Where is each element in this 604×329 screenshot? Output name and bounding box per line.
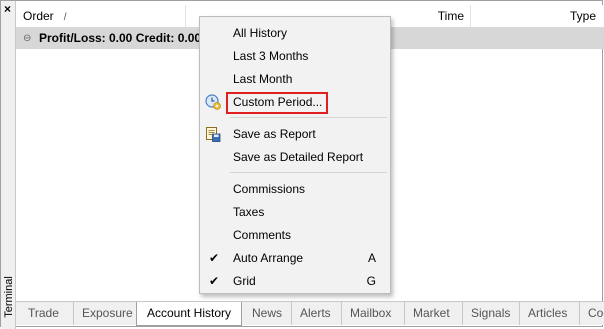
- tab-label: News: [252, 306, 283, 320]
- menu-item-label: All History: [233, 26, 288, 40]
- column-header-order[interactable]: Order /: [16, 5, 186, 27]
- calendar-clock-icon: [205, 94, 221, 110]
- menu-item-label: Auto Arrange: [233, 251, 304, 265]
- tab-label: Alerts: [300, 306, 331, 320]
- save-report-icon: [205, 126, 221, 142]
- context-menu: All History Last 3 Months Last Month Cus…: [199, 16, 391, 294]
- tab-label: Coc: [588, 306, 604, 320]
- column-header-type[interactable]: Type: [471, 5, 604, 27]
- menu-separator: [230, 172, 387, 173]
- highlight-box: [226, 92, 328, 114]
- menu-item-save-as-detailed-report[interactable]: Save as Detailed Report: [200, 146, 390, 168]
- menu-item-save-as-report[interactable]: Save as Report: [200, 123, 390, 145]
- menu-item-label: Taxes: [233, 205, 265, 219]
- tab-label: Account History: [146, 306, 232, 320]
- menu-item-taxes[interactable]: Taxes: [200, 201, 390, 223]
- column-order-label: Order: [23, 9, 54, 23]
- tab-label: Articles: [528, 306, 568, 320]
- menu-item-all-history[interactable]: All History: [200, 22, 390, 44]
- tab-market[interactable]: Market: [404, 302, 458, 325]
- tab-signals[interactable]: Signals: [462, 302, 518, 325]
- tab-articles[interactable]: Articles: [519, 302, 575, 325]
- menu-item-comments[interactable]: Comments: [200, 224, 390, 246]
- tab-label: Trade: [28, 306, 59, 320]
- menu-item-label: Comments: [233, 228, 292, 242]
- menu-item-commissions[interactable]: Commissions: [200, 178, 390, 200]
- collapse-icon[interactable]: ⊖: [23, 28, 31, 49]
- column-type-label: Type: [569, 9, 596, 23]
- menu-item-label: Last 3 Months: [233, 49, 309, 63]
- menu-item-label: Last Month: [233, 72, 293, 86]
- menu-item-label: Commissions: [233, 182, 306, 196]
- tab-code[interactable]: Coc: [579, 302, 604, 325]
- menu-item-label: Grid: [233, 274, 256, 288]
- checkmark-icon: ✔: [209, 274, 220, 288]
- terminal-sidebar: × Terminal: [1, 1, 16, 329]
- tab-label: Mailbox: [350, 306, 392, 320]
- tab-account-history[interactable]: Account History: [136, 302, 242, 326]
- menu-item-shortcut: G: [366, 274, 376, 288]
- menu-separator: [230, 117, 387, 118]
- terminal-tabs: Trade Exposure Account History News Aler…: [16, 301, 604, 326]
- menu-item-last-3-months[interactable]: Last 3 Months: [200, 45, 390, 67]
- menu-item-label: Save as Report: [233, 127, 316, 141]
- terminal-label: Terminal: [3, 276, 15, 318]
- sort-indicator-icon: /: [63, 12, 67, 23]
- menu-item-grid[interactable]: ✔ Grid G: [200, 270, 390, 292]
- tab-label: Signals: [471, 306, 511, 320]
- menu-item-auto-arrange[interactable]: ✔ Auto Arrange A: [200, 247, 390, 269]
- tab-label: Market: [413, 306, 450, 320]
- menu-item-shortcut: A: [367, 251, 376, 265]
- menu-item-last-month[interactable]: Last Month: [200, 68, 390, 90]
- menu-item-label: Save as Detailed Report: [233, 150, 364, 164]
- tab-exposure[interactable]: Exposure: [73, 302, 141, 325]
- summary-text: Profit/Loss: 0.00 Credit: 0.00: [39, 31, 202, 45]
- close-icon[interactable]: ×: [4, 3, 11, 15]
- tab-trade[interactable]: Trade: [20, 302, 67, 325]
- tab-news[interactable]: News: [244, 302, 290, 325]
- tab-alerts[interactable]: Alerts: [291, 302, 339, 325]
- checkmark-icon: ✔: [209, 251, 220, 265]
- tab-mailbox[interactable]: Mailbox: [341, 302, 399, 325]
- column-time-label: Time: [437, 9, 464, 23]
- tab-label: Exposure: [82, 306, 133, 320]
